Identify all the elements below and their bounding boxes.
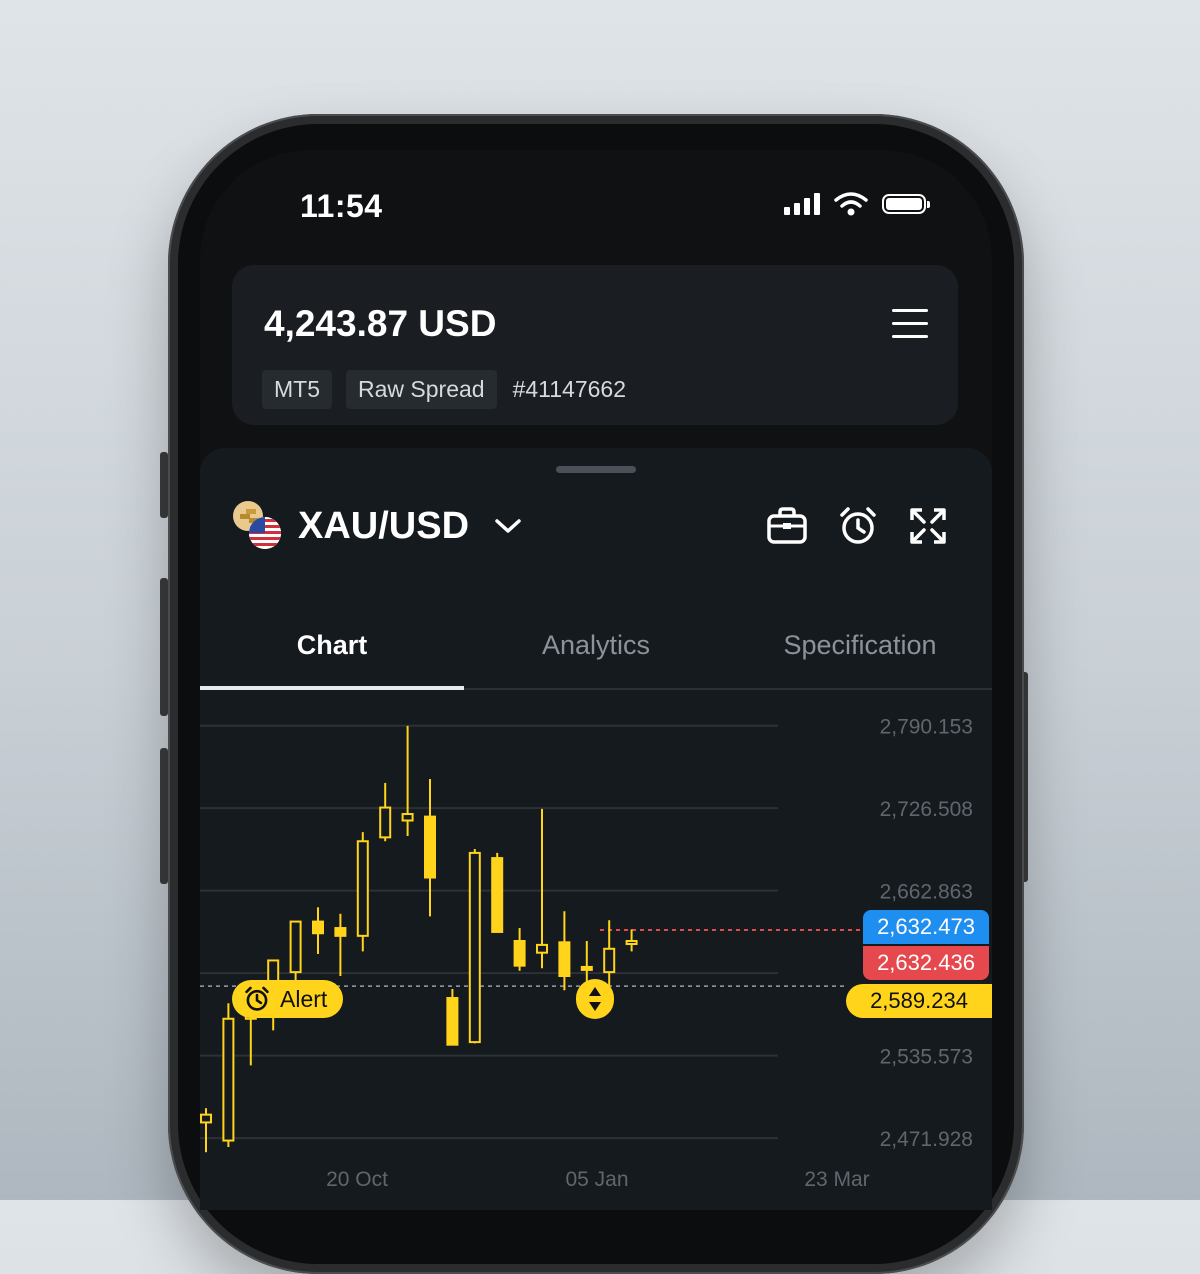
- status-icons: [784, 192, 930, 216]
- instrument-toolbar: [766, 506, 948, 546]
- symbol-selector[interactable]: XAU/USD: [232, 500, 523, 552]
- candle-body: [424, 815, 436, 879]
- y-tick-label: 2,790.153: [880, 716, 973, 739]
- alarm-clock-icon: [245, 986, 269, 1011]
- status-time: 11:54: [300, 188, 383, 224]
- instrument-tabs: Chart Analytics Specification: [200, 610, 992, 690]
- candle-body: [513, 940, 526, 967]
- chevron-down-icon[interactable]: [493, 516, 523, 536]
- candle-body: [603, 947, 616, 974]
- phone-action-button: [160, 452, 168, 518]
- candle-body: [625, 940, 638, 946]
- candle-body: [289, 920, 302, 974]
- candle-body: [222, 1017, 235, 1142]
- instrument-symbol: XAU/USD: [298, 504, 470, 547]
- candle-body: [356, 840, 369, 937]
- wifi-icon: [834, 192, 868, 216]
- alert-label: Alert: [280, 985, 328, 1012]
- x-tick-label: 20 Oct: [326, 1168, 388, 1191]
- bid-price-badge: 2,632.436: [863, 946, 989, 980]
- candle-body: [379, 806, 392, 839]
- ask-price-badge: 2,632.473: [863, 910, 989, 944]
- candle-body: [200, 1113, 212, 1124]
- candle-body: [312, 920, 324, 935]
- up-down-arrows-icon: [589, 987, 601, 1011]
- account-tags: MT5 Raw Spread #41147662: [262, 370, 628, 409]
- candle-body: [580, 965, 593, 971]
- tab-analytics[interactable]: Analytics: [464, 610, 728, 688]
- tab-specification[interactable]: Specification: [728, 610, 992, 688]
- account-type-tag: Raw Spread: [346, 370, 497, 409]
- alert-price-badge[interactable]: 2,589.234: [846, 984, 992, 1018]
- battery-icon: [882, 194, 930, 214]
- candle-body: [334, 927, 347, 937]
- instrument-flag-icon: [232, 500, 284, 552]
- tab-chart[interactable]: Chart: [200, 610, 464, 690]
- alert-button[interactable]: Alert: [232, 980, 344, 1018]
- phone-volume-down-button: [160, 748, 168, 884]
- account-number: #41147662: [512, 376, 626, 402]
- candle-body: [446, 997, 459, 1046]
- briefcase-icon[interactable]: [766, 506, 808, 546]
- x-tick-label: 23 Mar: [804, 1168, 869, 1191]
- y-tick-label: 2,662.863: [880, 881, 973, 904]
- alert-drag-handle[interactable]: [576, 979, 614, 1019]
- fullscreen-icon[interactable]: [908, 506, 948, 546]
- account-card: 4,243.87 USD MT5 Raw Spread #41147662: [232, 265, 958, 425]
- alarm-clock-icon[interactable]: [838, 506, 878, 546]
- candle-body: [558, 941, 571, 977]
- menu-icon[interactable]: [892, 309, 928, 339]
- candle-body: [468, 851, 481, 1044]
- sheet-drag-handle[interactable]: [556, 466, 636, 473]
- instrument-sheet: XAU/USD Chart Analytics Specification 2,…: [200, 448, 992, 1210]
- x-tick-label: 05 Jan: [565, 1168, 628, 1191]
- phone-volume-up-button: [160, 578, 168, 716]
- phone-screen: 11:54 4,243.87 USD MT5 Raw Spread #41147…: [200, 150, 992, 1210]
- signal-icon: [784, 193, 820, 215]
- account-balance: 4,243.87 USD: [264, 303, 497, 344]
- y-tick-label: 2,471.928: [880, 1128, 973, 1151]
- platform-tag: MT5: [262, 370, 332, 409]
- candle-body: [536, 943, 548, 954]
- candle-body: [491, 857, 504, 933]
- candle-body: [401, 813, 414, 822]
- y-tick-label: 2,535.573: [880, 1046, 973, 1069]
- y-tick-label: 2,726.508: [880, 798, 973, 821]
- price-chart[interactable]: 2,790.153 2,726.508 2,662.863 2,535.573 2,47…: [200, 690, 992, 1210]
